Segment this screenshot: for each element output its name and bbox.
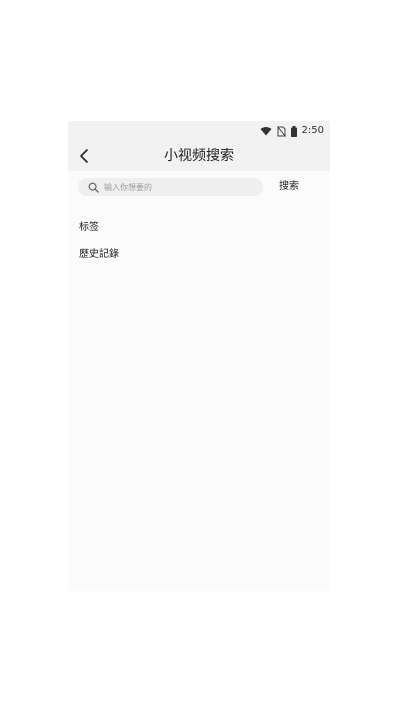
app-screen: 2:50 小视频搜索 搜索 标签 歷史記錄	[68, 121, 330, 591]
header: 小视频搜索	[68, 141, 330, 171]
status-icons: 2:50	[260, 124, 324, 138]
search-icon	[88, 182, 99, 193]
status-time: 2:50	[301, 125, 324, 136]
wifi-icon	[260, 127, 272, 136]
search-bar: 搜索	[68, 174, 330, 198]
tags-section-label: 标签	[79, 222, 99, 233]
search-input[interactable]	[102, 181, 256, 193]
history-section-label: 歷史記錄	[79, 249, 119, 260]
battery-icon	[290, 125, 297, 137]
status-bar: 2:50	[68, 121, 330, 141]
page-title: 小视频搜索	[164, 148, 234, 164]
no-sim-icon	[276, 125, 286, 137]
search-field[interactable]	[78, 178, 263, 196]
search-button[interactable]: 搜索	[273, 178, 305, 196]
